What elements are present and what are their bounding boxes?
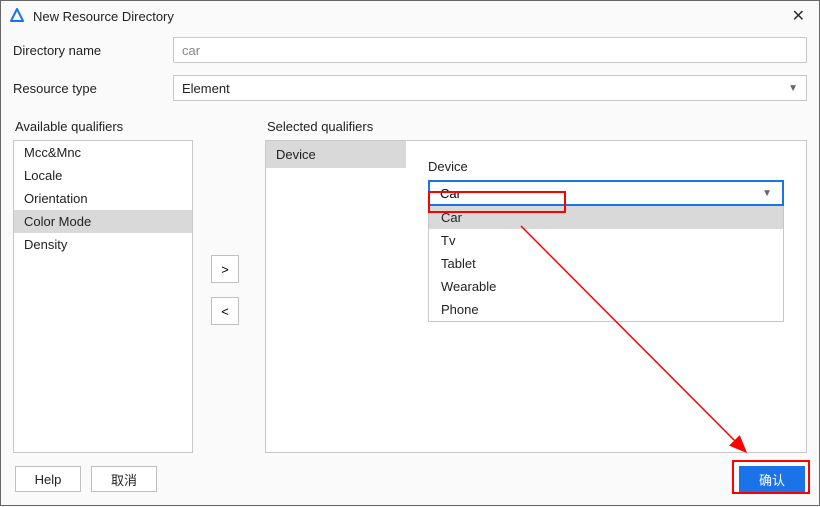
device-combo[interactable]: Car ▼ [428,180,784,206]
transfer-buttons: > < [193,115,257,453]
app-logo-icon [9,8,25,24]
available-qualifiers-list[interactable]: Mcc&Mnc Locale Orientation Color Mode De… [13,140,193,453]
available-qualifiers-column: Available qualifiers Mcc&Mnc Locale Orie… [13,115,193,453]
combo-option[interactable]: Tablet [429,252,783,275]
row-directory-name: Directory name [1,31,819,69]
chevron-down-icon: ▼ [788,83,798,94]
label-directory-name: Directory name [13,43,173,58]
remove-qualifier-button[interactable]: < [211,297,239,325]
list-item[interactable]: Density [14,233,192,256]
selected-qualifiers-panel: Device Device Car ▼ Car Tv Tablet Wearab… [265,140,807,453]
list-item[interactable]: Color Mode [14,210,192,233]
qualifier-detail-panel: Device Car ▼ Car Tv Tablet Wearable Phon… [406,141,806,452]
directory-name-input[interactable] [173,37,807,63]
qualifiers-zone: Available qualifiers Mcc&Mnc Locale Orie… [1,107,819,453]
dialog-footer: Help 取消 确认 [1,453,819,505]
selected-qualifiers-list[interactable]: Device [266,141,406,452]
resource-type-select[interactable]: Element ▼ [173,75,807,101]
list-item[interactable]: Orientation [14,187,192,210]
combo-option[interactable]: Phone [429,298,783,321]
resource-type-value: Element [182,81,230,96]
combo-option[interactable]: Car [429,206,783,229]
label-device: Device [428,159,784,174]
list-item[interactable]: Device [266,141,406,168]
device-combo-value: Car [440,186,461,201]
dialog: New Resource Directory ✕ Directory name … [0,0,820,506]
close-icon[interactable]: ✕ [784,6,813,26]
label-selected: Selected qualifiers [265,115,807,140]
combo-option[interactable]: Wearable [429,275,783,298]
row-resource-type: Resource type Element ▼ [1,69,819,107]
titlebar: New Resource Directory ✕ [1,1,819,31]
cancel-button[interactable]: 取消 [91,466,157,492]
label-resource-type: Resource type [13,81,173,96]
selected-qualifiers-column: Selected qualifiers Device Device Car ▼ … [265,115,807,453]
dialog-title: New Resource Directory [33,9,784,24]
label-available: Available qualifiers [13,115,193,140]
ok-button[interactable]: 确认 [739,466,805,492]
add-qualifier-button[interactable]: > [211,255,239,283]
device-combo-dropdown: Car Tv Tablet Wearable Phone [428,206,784,322]
chevron-down-icon: ▼ [762,188,772,199]
list-item[interactable]: Locale [14,164,192,187]
list-item[interactable]: Mcc&Mnc [14,141,192,164]
help-button[interactable]: Help [15,466,81,492]
combo-option[interactable]: Tv [429,229,783,252]
